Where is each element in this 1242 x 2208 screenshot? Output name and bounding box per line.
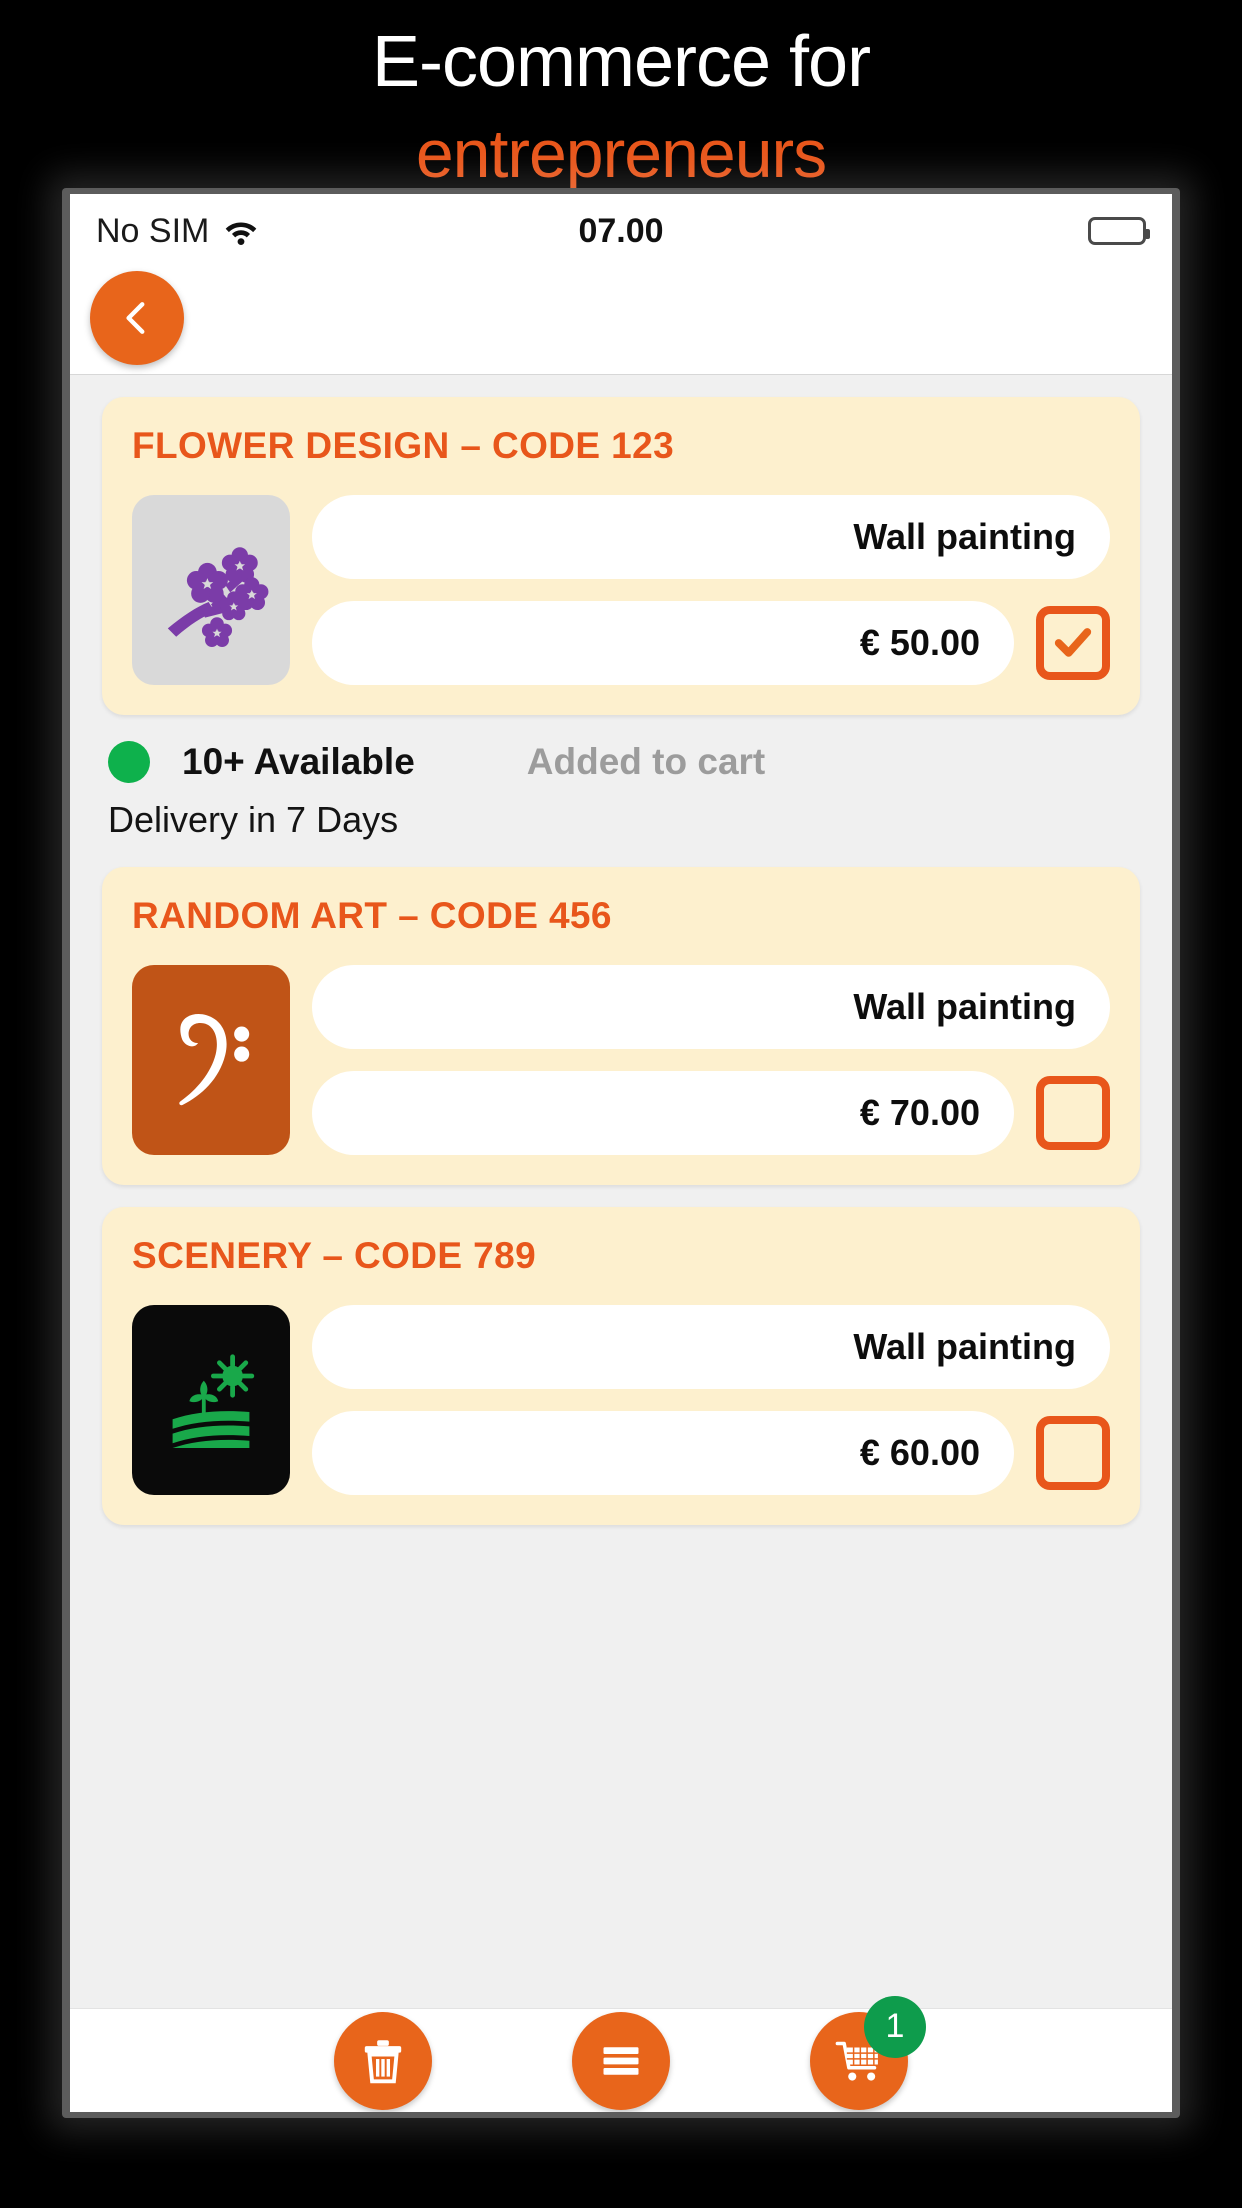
promo-headline-secondary: entrepreneurs: [415, 116, 827, 192]
price-row: € 60.00: [312, 1411, 1110, 1495]
battery-icon: [1088, 217, 1150, 245]
product-fields: Wall painting € 60.00: [312, 1305, 1110, 1495]
product-card[interactable]: RANDOM ART – CODE 456 Wall painting € 70…: [102, 867, 1140, 1185]
product-title: FLOWER DESIGN – CODE 123: [132, 425, 675, 466]
product-select-checkbox[interactable]: [1036, 606, 1110, 680]
product-status-block: 10+ Available Added to cart Delivery in …: [102, 715, 1140, 845]
price-row: € 70.00: [312, 1071, 1110, 1155]
product-fields: Wall painting € 70.00: [312, 965, 1110, 1155]
trash-icon: [364, 2039, 402, 2083]
bass-clef-icon: [179, 1014, 250, 1106]
cart-button[interactable]: 1: [810, 1995, 926, 2110]
cart-state-label: Added to cart: [526, 741, 766, 782]
category-row: Wall painting: [312, 1305, 1110, 1389]
status-bar-right: [1088, 217, 1150, 245]
product-select-checkbox[interactable]: [1036, 1416, 1110, 1490]
product-category-field[interactable]: Wall painting: [312, 495, 1110, 579]
product-select-checkbox[interactable]: [1036, 1076, 1110, 1150]
chevron-left-icon: [126, 302, 145, 334]
delete-button[interactable]: [334, 2011, 432, 2110]
availability-row: 10+ Available Added to cart: [108, 741, 1136, 783]
promo-headline-primary: E-commerce for: [371, 22, 871, 102]
product-body: Wall painting € 50.00: [132, 495, 1110, 685]
product-thumbnail[interactable]: [132, 1305, 290, 1495]
product-thumbnail[interactable]: [132, 965, 290, 1155]
product-body: Wall painting € 70.00: [132, 965, 1110, 1155]
bottom-tab-bar: 1: [70, 1995, 1172, 2112]
product-title: SCENERY – CODE 789: [132, 1235, 537, 1276]
availability-dot-icon: [108, 741, 150, 783]
cart-badge: 1: [864, 1995, 926, 2058]
availability-label: 10+ Available: [182, 741, 415, 782]
product-card[interactable]: SCENERY – CODE 789 Wall painting € 60.00: [102, 1207, 1140, 1525]
product-category-field[interactable]: Wall painting: [312, 965, 1110, 1049]
product-thumbnail[interactable]: [132, 495, 290, 685]
category-row: Wall painting: [312, 965, 1110, 1049]
delivery-label: Delivery in 7 Days: [108, 799, 399, 840]
product-price-field[interactable]: € 50.00: [312, 601, 1014, 685]
screenshot-root: E-commerce for entrepreneurs No SIM 07.0…: [0, 0, 1242, 2208]
product-title: RANDOM ART – CODE 456: [132, 895, 612, 936]
check-icon: [1054, 628, 1092, 657]
product-price-field[interactable]: € 60.00: [312, 1411, 1014, 1495]
product-price-field[interactable]: € 70.00: [312, 1071, 1014, 1155]
product-body: Wall painting € 60.00: [132, 1305, 1110, 1495]
product-card[interactable]: FLOWER DESIGN – CODE 123 Wall painting €…: [102, 397, 1140, 715]
product-category-field[interactable]: Wall painting: [312, 1305, 1110, 1389]
cherry-blossom-icon: [167, 547, 269, 647]
product-list[interactable]: FLOWER DESIGN – CODE 123 Wall painting €…: [70, 375, 1172, 2008]
nav-bar: [70, 268, 1172, 375]
status-bar-time: 07.00: [578, 211, 664, 250]
category-row: Wall painting: [312, 495, 1110, 579]
back-button[interactable]: [90, 271, 184, 365]
price-row: € 50.00: [312, 601, 1110, 685]
landscape-field-icon: [172, 1354, 255, 1448]
menu-button[interactable]: [572, 2011, 670, 2110]
status-bar: No SIM 07.00: [70, 194, 1172, 268]
hamburger-menu-icon: [603, 2046, 639, 2075]
promo-banner: E-commerce for entrepreneurs: [0, 0, 1242, 190]
product-fields: Wall painting € 50.00: [312, 495, 1110, 685]
phone-screen: No SIM 07.00 FLOWER DESIGN – CODE 123 Wa…: [70, 194, 1172, 2112]
